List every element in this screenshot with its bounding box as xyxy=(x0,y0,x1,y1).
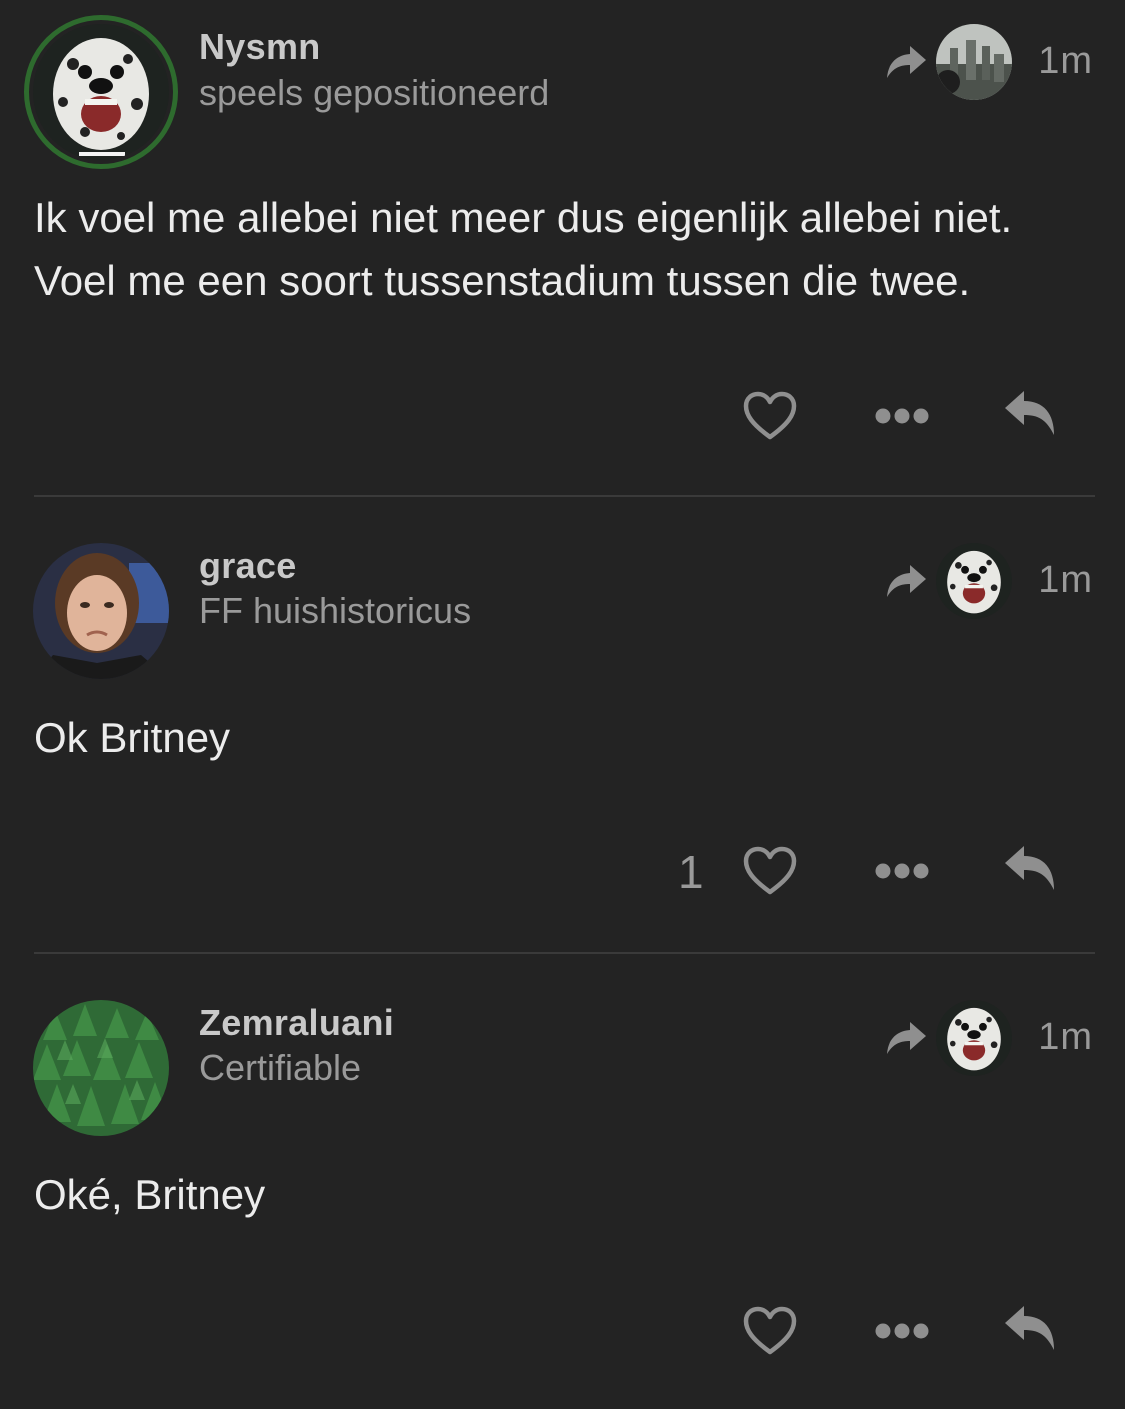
reply-to-indicator[interactable] xyxy=(884,541,1024,621)
like-count[interactable]: 1 xyxy=(678,845,704,899)
reply-to-indicator[interactable] xyxy=(884,998,1024,1078)
more-options-icon[interactable] xyxy=(874,859,930,883)
reply-icon[interactable] xyxy=(1002,843,1060,893)
post-body: Ok Britney xyxy=(34,714,231,761)
reply-icon[interactable] xyxy=(1002,388,1060,438)
user-title: FF huishistoricus xyxy=(199,590,472,631)
post-body: Oké, Britney xyxy=(34,1171,266,1218)
heart-icon[interactable] xyxy=(742,845,798,897)
share-arrow-icon xyxy=(887,565,926,597)
post-time: 1m xyxy=(1038,40,1093,82)
user-title: Certifiable xyxy=(199,1047,362,1088)
dalmatian-icon xyxy=(936,1000,1012,1076)
user-avatar[interactable] xyxy=(24,15,178,169)
post-time: 1m xyxy=(1038,1016,1093,1058)
woman-icon xyxy=(33,543,169,679)
post-time: 1m xyxy=(1038,559,1093,601)
reply-to-avatar[interactable] xyxy=(936,543,1012,619)
heart-icon[interactable] xyxy=(742,1305,798,1357)
username[interactable]: Nysmn xyxy=(199,26,321,68)
heart-icon[interactable] xyxy=(742,390,798,442)
reply-to-avatar[interactable] xyxy=(936,24,1012,100)
reply-to-indicator[interactable] xyxy=(884,22,1024,102)
city-icon xyxy=(936,24,1012,100)
post-actions xyxy=(660,1297,1080,1367)
dalmatian-icon xyxy=(936,543,1012,619)
share-arrow-icon xyxy=(887,1022,926,1054)
dalmatian-icon xyxy=(33,24,169,160)
user-title: speels gepositioneerd xyxy=(199,72,550,113)
more-options-icon[interactable] xyxy=(874,1319,930,1343)
reply-icon[interactable] xyxy=(1002,1303,1060,1353)
user-avatar[interactable] xyxy=(33,1000,169,1136)
username[interactable]: grace xyxy=(199,545,297,587)
post-actions: 1 xyxy=(660,837,1080,907)
more-options-icon[interactable] xyxy=(874,404,930,428)
post-grace: grace FF huishistoricus 1m Ok Britney 1 xyxy=(0,497,1125,953)
post-actions xyxy=(660,382,1080,452)
share-arrow-icon xyxy=(887,46,926,78)
post-nysmn: Nysmn speels gepositioneerd 1m Ik voel m… xyxy=(0,0,1125,496)
forest-icon xyxy=(33,1000,169,1136)
post-body: Ik voel me allebei niet meer dus eigenli… xyxy=(34,194,1013,304)
reply-to-avatar[interactable] xyxy=(936,1000,1012,1076)
post-zemraluani: Zemraluani Certifiable 1m Oké, Britney xyxy=(0,954,1125,1409)
user-avatar[interactable] xyxy=(33,543,169,679)
username[interactable]: Zemraluani xyxy=(199,1002,394,1044)
